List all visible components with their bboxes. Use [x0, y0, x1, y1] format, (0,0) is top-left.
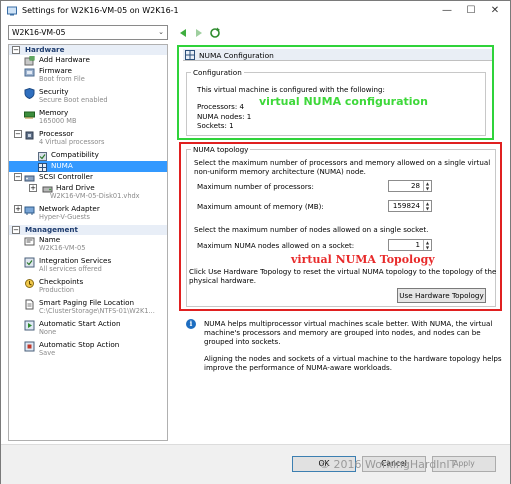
nav-toolbar [177, 26, 221, 40]
paging-file-icon [25, 299, 34, 310]
integration-services-icon [24, 257, 35, 268]
collapse-icon[interactable]: − [14, 173, 22, 181]
sidebar-item-name[interactable]: Name W2K16-VM-05 [9, 235, 167, 256]
info-text-2: machine's processors and memory are grou… [204, 328, 481, 337]
sidebar-item-scsi-controller[interactable]: − SCSI Controller [9, 172, 167, 183]
hardware-section-header[interactable]: − Hardware [9, 45, 167, 55]
sidebar-item-label: SCSI Controller [39, 172, 93, 181]
management-section-header[interactable]: − Management [9, 225, 167, 235]
sidebar-item-sub: None [39, 328, 57, 336]
sidebar-item-sub: Production [39, 286, 75, 294]
maximize-button[interactable]: ☐ [461, 4, 481, 18]
network-adapter-icon [24, 206, 35, 215]
info-text-5: improve the performance of NUMA-aware wo… [204, 363, 393, 372]
sidebar-item-label: Network Adapter [39, 204, 100, 213]
info-icon: i [186, 319, 196, 329]
info-text-3: grouped into sockets. [204, 337, 281, 346]
sidebar-item-label: Processor [39, 129, 74, 138]
expand-icon[interactable]: + [29, 184, 37, 192]
settings-sidebar: − Hardware Add Hardware Firmware Boot fr… [8, 44, 168, 441]
sidebar-item-label: Memory [39, 108, 69, 117]
sidebar-item-smart-paging[interactable]: Smart Paging File Location C:\ClusterSto… [9, 298, 167, 319]
sidebar-item-sub: W2K16-VM-05-Disk01.vhdx [50, 192, 140, 200]
hardware-section-label: Hardware [25, 45, 65, 54]
sidebar-item-checkpoints[interactable]: Checkpoints Production [9, 277, 167, 298]
sidebar-item-label: Compatibility [51, 150, 99, 159]
copyright-watermark: © 2016 WorkingHardInIT [319, 458, 457, 471]
close-button[interactable]: ✕ [485, 4, 505, 18]
sidebar-item-label: Checkpoints [39, 277, 84, 286]
annotation-green-frame [177, 45, 494, 140]
sidebar-item-auto-stop[interactable]: Automatic Stop Action Save [9, 340, 167, 361]
refresh-icon[interactable] [209, 27, 221, 39]
title-bar: Settings for W2K16-VM-05 on W2K16-1 — ☐ … [1, 1, 510, 21]
info-text-1: NUMA helps multiprocessor virtual machin… [204, 319, 493, 328]
auto-stop-icon [24, 341, 35, 352]
window-title: Settings for W2K16-VM-05 on W2K16-1 [22, 6, 179, 15]
sidebar-item-label: Name [39, 235, 61, 244]
sidebar-item-label: Automatic Stop Action [39, 340, 120, 349]
hard-drive-icon [42, 186, 53, 193]
vm-selector-dropdown[interactable]: W2K16-VM-05 ⌄ [8, 25, 168, 40]
sidebar-item-integration-services[interactable]: Integration Services All services offere… [9, 256, 167, 277]
processor-icon [25, 131, 34, 140]
sidebar-item-hard-drive[interactable]: + Hard Drive W2K16-VM-05-Disk01.vhdx [9, 183, 167, 204]
settings-window: Settings for W2K16-VM-05 on W2K16-1 — ☐ … [0, 0, 511, 484]
firmware-icon [24, 68, 35, 77]
name-icon [24, 237, 35, 246]
checkpoints-icon [25, 279, 34, 288]
sidebar-item-memory[interactable]: Memory 165000 MB [9, 108, 167, 129]
sidebar-item-auto-start[interactable]: Automatic Start Action None [9, 319, 167, 340]
collapse-icon[interactable]: − [12, 46, 20, 54]
sidebar-item-label: Add Hardware [39, 55, 90, 64]
sidebar-item-sub: C:\ClusterStorage\NTFS-01\W2K1... [39, 307, 155, 315]
memory-icon [24, 111, 35, 119]
sidebar-item-sub: All services offered [39, 265, 102, 273]
sidebar-item-label: NUMA [51, 161, 73, 170]
back-arrow-icon[interactable] [177, 27, 189, 39]
sidebar-item-network-adapter[interactable]: + Network Adapter Hyper-V-Guests [9, 204, 167, 225]
sidebar-item-processor[interactable]: − Processor 4 Virtual processors [9, 129, 167, 150]
sidebar-item-label: Firmware [39, 66, 72, 75]
sidebar-item-label: Automatic Start Action [39, 319, 121, 328]
sidebar-item-label: Smart Paging File Location [39, 298, 135, 307]
settings-app-icon [7, 6, 17, 16]
sidebar-item-sub: W2K16-VM-05 [39, 244, 86, 252]
sidebar-item-numa[interactable]: NUMA [9, 161, 167, 172]
auto-start-icon [24, 320, 35, 331]
expand-icon[interactable]: + [14, 205, 22, 213]
sidebar-item-sub: Hyper-V-Guests [39, 213, 90, 221]
info-text-4: Aligning the nodes and sockets of a virt… [204, 354, 502, 363]
sidebar-item-firmware[interactable]: Firmware Boot from File [9, 66, 167, 87]
sidebar-item-sub: 4 Virtual processors [39, 138, 105, 146]
collapse-icon[interactable]: − [14, 130, 22, 138]
sidebar-item-sub: Secure Boot enabled [39, 96, 108, 104]
management-section-label: Management [25, 225, 78, 234]
collapse-icon[interactable]: − [12, 226, 20, 234]
vm-selector-value: W2K16-VM-05 [12, 28, 66, 37]
sidebar-item-label: Hard Drive [56, 183, 95, 192]
sidebar-item-security[interactable]: Security Secure Boot enabled [9, 87, 167, 108]
chevron-down-icon: ⌄ [158, 28, 164, 36]
sidebar-item-sub: 165000 MB [39, 117, 77, 125]
sidebar-item-compatibility[interactable]: Compatibility [9, 150, 167, 161]
forward-arrow-icon[interactable] [193, 27, 205, 39]
sidebar-item-add-hardware[interactable]: Add Hardware [9, 55, 167, 66]
shield-icon [24, 88, 35, 99]
minimize-button[interactable]: — [437, 4, 457, 18]
sidebar-item-label: Security [39, 87, 69, 96]
sidebar-item-sub: Boot from File [39, 75, 85, 83]
sidebar-item-label: Integration Services [39, 256, 112, 265]
sidebar-item-sub: Save [39, 349, 56, 357]
annotation-red-frame [179, 142, 502, 311]
